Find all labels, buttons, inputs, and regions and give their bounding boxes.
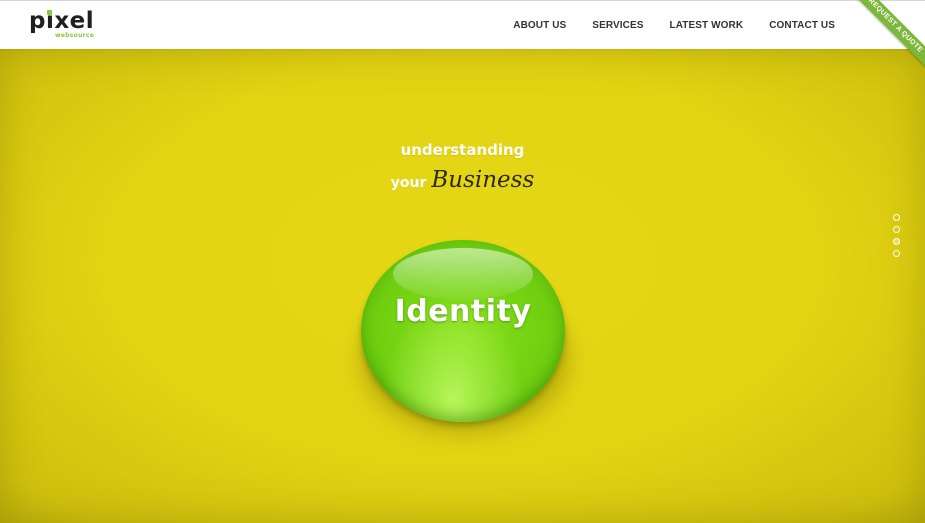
request-quote-ribbon-container: REQUEST A QUOTE — [835, 0, 925, 90]
nav-latest-work[interactable]: LATEST WORK — [670, 20, 744, 31]
identity-bubble-button[interactable]: Identity — [361, 240, 565, 422]
identity-label: Identity — [394, 294, 532, 329]
slide-pagination — [893, 214, 900, 257]
nav-contact-us[interactable]: CONTACT US — [769, 20, 835, 31]
nav-services[interactable]: SERVICES — [592, 20, 643, 31]
logo-wordmark: pixel — [29, 8, 95, 34]
slide-dot-2[interactable] — [893, 226, 900, 233]
request-quote-ribbon[interactable]: REQUEST A QUOTE — [847, 0, 925, 74]
page: pixel websource ABOUT US SERVICES LATEST… — [0, 0, 925, 523]
site-header: pixel websource ABOUT US SERVICES LATEST… — [0, 0, 925, 49]
hero-tagline-line1: understanding — [400, 141, 525, 159]
bubble-gloss — [393, 248, 533, 300]
logo-accent-dot — [47, 10, 52, 15]
hero-tagline-line2: your Business — [0, 167, 925, 193]
logo-subtitle: websource — [55, 32, 95, 39]
main-nav: ABOUT US SERVICES LATEST WORK CONTACT US — [513, 1, 835, 50]
hero-section: understanding your Business Identity — [0, 49, 925, 523]
site-logo[interactable]: pixel websource — [29, 8, 99, 42]
slide-dot-4[interactable] — [893, 250, 900, 257]
hero-tagline-emphasis: Business — [431, 167, 535, 193]
slide-dot-1[interactable] — [893, 214, 900, 221]
slide-dot-3[interactable] — [893, 238, 900, 245]
hero-tagline-prefix: your — [390, 175, 427, 191]
nav-about-us[interactable]: ABOUT US — [513, 20, 566, 31]
